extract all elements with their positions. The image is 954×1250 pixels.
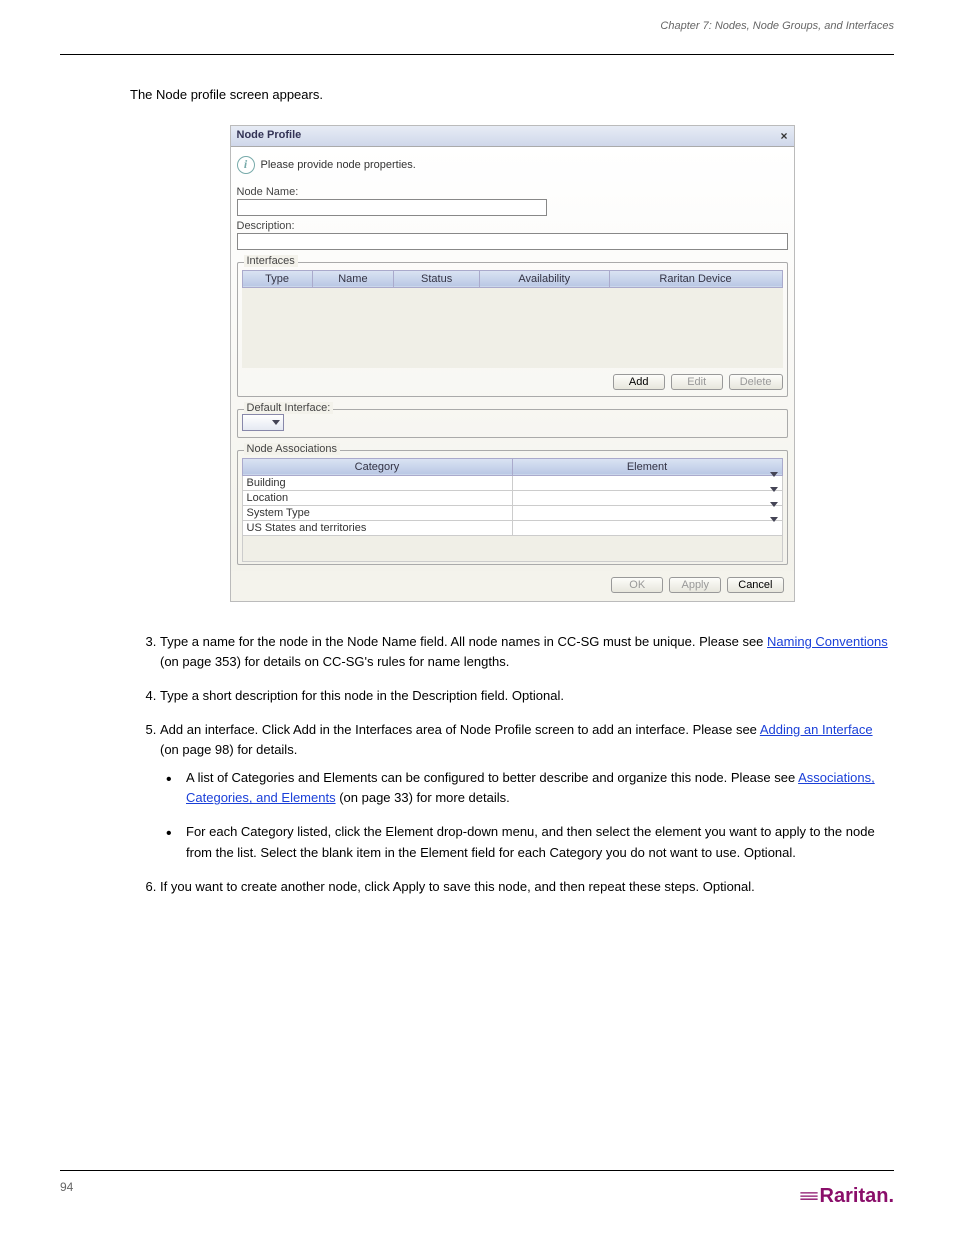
col-raritan-device[interactable]: Raritan Device bbox=[609, 270, 782, 287]
node-name-label: Node Name: bbox=[237, 186, 788, 198]
assoc-category: US States and territories bbox=[242, 520, 512, 535]
ok-button: OK bbox=[611, 577, 663, 593]
table-row: Location bbox=[242, 490, 782, 505]
interfaces-buttons: Add Edit Delete bbox=[242, 374, 783, 390]
page-number: 94 bbox=[60, 1180, 73, 1194]
edit-button: Edit bbox=[671, 374, 723, 390]
description-input[interactable] bbox=[237, 233, 788, 250]
bullet-categories: A list of Categories and Elements can be… bbox=[166, 768, 894, 808]
assoc-category: Location bbox=[242, 490, 512, 505]
associations-table: Category Element Building Location Syste… bbox=[242, 458, 783, 562]
table-row: System Type bbox=[242, 505, 782, 520]
naming-conventions-link[interactable]: Naming Conventions bbox=[767, 634, 888, 649]
chevron-down-icon bbox=[770, 487, 778, 504]
footer-divider bbox=[60, 1170, 894, 1171]
raritan-logo: ≡≡ Raritan. bbox=[800, 1185, 894, 1208]
col-category[interactable]: Category bbox=[242, 458, 512, 475]
table-row bbox=[242, 535, 782, 561]
assoc-category: System Type bbox=[242, 505, 512, 520]
page-header: Chapter 7: Nodes, Node Groups, and Inter… bbox=[60, 15, 894, 55]
col-status[interactable]: Status bbox=[394, 270, 480, 287]
step-5: Add an interface. Click Add in the Inter… bbox=[160, 720, 894, 863]
bullet-element-dropdown: For each Category listed, click the Elem… bbox=[166, 822, 894, 862]
chevron-down-icon bbox=[272, 420, 280, 425]
info-row: i Please provide node properties. bbox=[237, 153, 788, 182]
table-row: US States and territories bbox=[242, 520, 782, 535]
table-row: Building bbox=[242, 475, 782, 490]
assoc-category: Building bbox=[242, 475, 512, 490]
dialog-body: i Please provide node properties. Node N… bbox=[231, 147, 794, 571]
logo-icon: ≡≡ bbox=[800, 1186, 817, 1207]
dialog-titlebar: Node Profile × bbox=[231, 126, 794, 147]
interfaces-fieldset: Interfaces Type Name Status Availability… bbox=[237, 262, 788, 397]
assoc-element-select[interactable] bbox=[512, 505, 782, 520]
node-profile-dialog: Node Profile × i Please provide node pro… bbox=[230, 125, 795, 602]
col-name[interactable]: Name bbox=[312, 270, 394, 287]
delete-button: Delete bbox=[729, 374, 783, 390]
chevron-down-icon bbox=[770, 472, 778, 489]
assoc-element-select[interactable] bbox=[512, 475, 782, 490]
adding-interface-link[interactable]: Adding an Interface bbox=[760, 722, 873, 737]
description-label: Description: bbox=[237, 220, 788, 232]
col-availability[interactable]: Availability bbox=[479, 270, 609, 287]
default-interface-select[interactable] bbox=[242, 414, 284, 431]
interfaces-empty-body bbox=[242, 288, 783, 368]
intro-text: The Node profile screen appears. bbox=[130, 85, 894, 105]
node-name-input[interactable] bbox=[237, 199, 547, 216]
assoc-element-select[interactable] bbox=[512, 490, 782, 505]
info-text: Please provide node properties. bbox=[261, 159, 416, 171]
dialog-title-text: Node Profile bbox=[237, 129, 302, 143]
instruction-list: Type a name for the node in the Node Nam… bbox=[130, 632, 894, 897]
step-3: Type a name for the node in the Node Nam… bbox=[160, 632, 894, 672]
default-interface-legend: Default Interface: bbox=[244, 402, 334, 414]
logo-text: Raritan. bbox=[820, 1185, 894, 1208]
chevron-down-icon bbox=[770, 502, 778, 519]
add-button[interactable]: Add bbox=[613, 374, 665, 390]
col-type[interactable]: Type bbox=[242, 270, 312, 287]
default-interface-fieldset: Default Interface: bbox=[237, 409, 788, 438]
col-element[interactable]: Element bbox=[512, 458, 782, 475]
chevron-down-icon bbox=[770, 517, 778, 534]
step-4: Type a short description for this node i… bbox=[160, 686, 894, 706]
sub-list: A list of Categories and Elements can be… bbox=[160, 768, 894, 863]
node-associations-fieldset: Node Associations Category Element Build… bbox=[237, 450, 788, 565]
assoc-element-select[interactable] bbox=[512, 520, 782, 535]
dialog-footer: OK Apply Cancel bbox=[231, 571, 794, 601]
close-icon[interactable]: × bbox=[780, 129, 787, 143]
step-6: If you want to create another node, clic… bbox=[160, 877, 894, 897]
info-icon: i bbox=[237, 156, 255, 174]
node-associations-legend: Node Associations bbox=[244, 443, 341, 455]
cancel-button[interactable]: Cancel bbox=[727, 577, 783, 593]
interfaces-legend: Interfaces bbox=[244, 255, 298, 267]
page-content: The Node profile screen appears. Node Pr… bbox=[0, 55, 954, 931]
apply-button: Apply bbox=[669, 577, 721, 593]
interfaces-table: Type Name Status Availability Raritan De… bbox=[242, 270, 783, 288]
chapter-label: Chapter 7: Nodes, Node Groups, and Inter… bbox=[660, 20, 894, 32]
